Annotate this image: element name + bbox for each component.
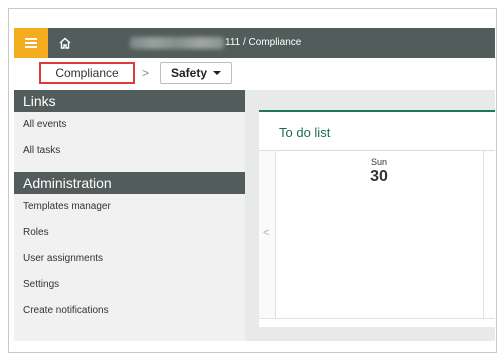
redacted-site-name	[130, 37, 224, 49]
home-icon[interactable]	[58, 37, 72, 49]
links-heading: Links	[14, 90, 245, 112]
chevron-left-icon: <	[263, 227, 270, 239]
breadcrumb-compliance[interactable]: Compliance	[39, 62, 135, 84]
previous-nav[interactable]: <	[259, 151, 276, 318]
administration-heading: Administration	[14, 172, 245, 194]
safety-dropdown[interactable]: Safety	[160, 62, 232, 84]
day-name: Sun	[370, 157, 387, 167]
caret-down-icon	[213, 71, 222, 75]
top-bar: 111 / Compliance	[14, 28, 495, 58]
safety-dropdown-label: Safety	[170, 66, 208, 80]
sidebar-item-all-events[interactable]: All events	[14, 112, 245, 138]
sidebar-item-all-tasks[interactable]: All tasks	[14, 138, 245, 164]
todo-panel: To do list < Sun 30	[259, 110, 495, 327]
panel-title: To do list	[279, 125, 331, 140]
sidebar-item-templates-manager[interactable]: Templates manager	[14, 194, 245, 220]
main-area: To do list < Sun 30	[245, 90, 495, 341]
panel-footer	[259, 318, 495, 327]
breadcrumb-separator: >	[142, 66, 150, 80]
breadcrumb: Compliance > Safety	[14, 58, 495, 90]
menu-button[interactable]	[14, 28, 48, 58]
sidebar-item-settings[interactable]: Settings	[14, 272, 245, 298]
path-text: 111 / Compliance	[225, 37, 302, 48]
sidebar-item-roles[interactable]: Roles	[14, 220, 245, 246]
sidebar: Links All events All tasks Administratio…	[14, 90, 245, 341]
sidebar-item-user-assignments[interactable]: User assignments	[14, 246, 245, 272]
day-number: 30	[370, 168, 388, 185]
sidebar-item-create-notifications[interactable]: Create notifications	[14, 298, 245, 324]
day-column[interactable]: Sun 30	[275, 151, 484, 318]
hamburger-icon	[25, 38, 37, 48]
